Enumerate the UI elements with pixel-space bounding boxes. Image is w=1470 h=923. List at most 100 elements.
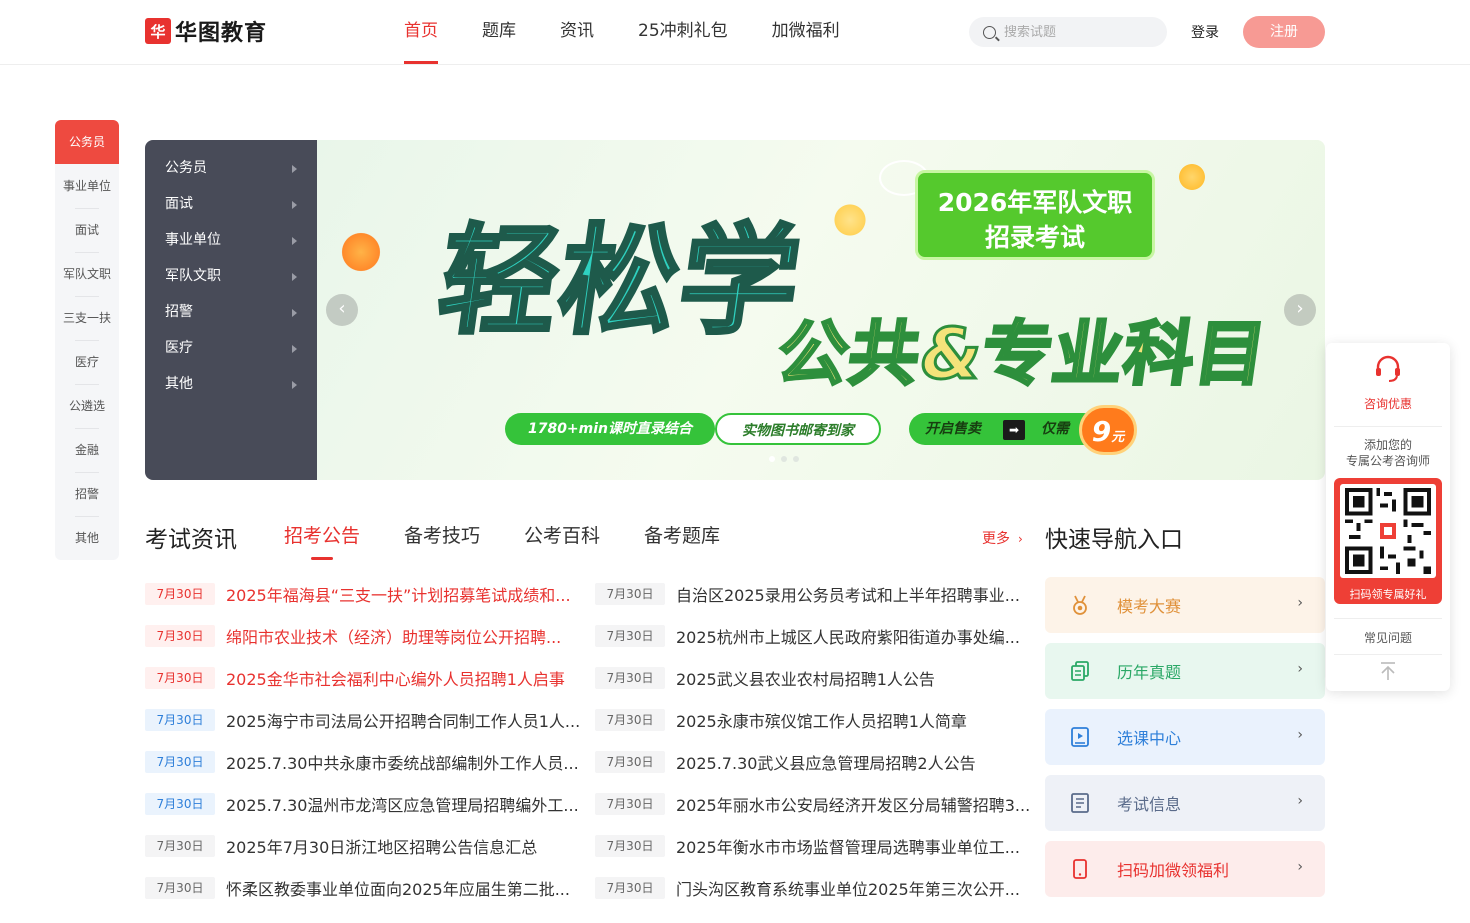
caret-right-icon: [292, 165, 297, 173]
category-item[interactable]: 公务员: [145, 150, 317, 186]
news-title[interactable]: 2025永康市殡仪馆工作人员招聘1人简章: [676, 708, 967, 732]
carousel-dot[interactable]: [793, 456, 799, 462]
register-button[interactable]: 注册: [1243, 16, 1325, 48]
news-item[interactable]: 7月30日 怀柔区教委事业单位面向2025年应届生第二批...: [145, 867, 585, 909]
tab-recruitment-notice[interactable]: 招考公告: [262, 520, 382, 560]
tab-encyclopedia[interactable]: 公考百科: [502, 520, 622, 560]
news-title[interactable]: 自治区2025录用公务员考试和上半年招聘事业...: [676, 582, 1020, 606]
carousel-dot[interactable]: [769, 456, 775, 462]
news-title[interactable]: 绵阳市农业技术（经济）助理等岗位公开招聘...: [226, 624, 561, 648]
news-title[interactable]: 2025金华市社会福利中心编外人员招聘1人启事: [226, 666, 565, 690]
news-date: 7月30日: [145, 667, 215, 689]
back-to-top-icon[interactable]: [1378, 661, 1398, 681]
top-bar: 华 华图教育 首页 题库 资讯 25冲刺礼包 加微福利 登录 注册: [0, 0, 1470, 65]
news-title[interactable]: 2025.7.30中共永康市委统战部编制外工作人员...: [226, 750, 579, 774]
sidebar-item-finance[interactable]: 金融: [55, 428, 119, 472]
carousel-prev-button[interactable]: ‹: [326, 294, 358, 326]
news-title[interactable]: 2025海宁市司法局公开招聘合同制工作人员1人...: [226, 708, 580, 732]
category-item[interactable]: 军队文职: [145, 258, 317, 294]
news-title[interactable]: 2025年福海县“三支一扶”计划招募笔试成绩和...: [226, 582, 571, 606]
sidebar-item-medical[interactable]: 医疗: [55, 340, 119, 384]
category-item[interactable]: 其他: [145, 366, 317, 402]
category-item[interactable]: 事业单位: [145, 222, 317, 258]
chevron-right-icon: ›: [1018, 532, 1023, 546]
quick-nav-exam-info[interactable]: 考试信息 ›: [1045, 775, 1325, 831]
floating-service-panel: 咨询优惠 添加您的 专属公考咨询师 扫码领专属好礼 常见问题: [1326, 343, 1450, 691]
sidebar-item-interview[interactable]: 面试: [55, 208, 119, 252]
more-link[interactable]: 更多 ›: [982, 528, 1023, 548]
news-title[interactable]: 2025年衡水市市场监督管理局选聘事业单位工...: [676, 834, 1020, 858]
login-link[interactable]: 登录: [1191, 22, 1219, 42]
news-item[interactable]: 7月30日 绵阳市农业技术（经济）助理等岗位公开招聘...: [145, 615, 585, 657]
quick-nav-past-papers[interactable]: 历年真题 ›: [1045, 643, 1325, 699]
news-item[interactable]: 7月30日 2025.7.30中共永康市委统战部编制外工作人员...: [145, 741, 585, 783]
caret-right-icon: [292, 381, 297, 389]
news-title[interactable]: 门头沟区教育系统事业单位2025年第三次公开...: [676, 876, 1020, 900]
news-item[interactable]: 7月30日 门头沟区教育系统事业单位2025年第三次公开...: [595, 867, 1035, 909]
feature-pill-course-hours: 1780+min课时直录结合: [505, 413, 715, 445]
category-item[interactable]: 招警: [145, 294, 317, 330]
news-item[interactable]: 7月30日 2025杭州市上城区人民政府紫阳街道办事处编...: [595, 615, 1035, 657]
quick-nav-wechat-benefits[interactable]: 扫码加微领福利 ›: [1045, 841, 1325, 897]
news-item[interactable]: 7月30日 2025武义县农业农村局招聘1人公告: [595, 657, 1035, 699]
consult-label: 咨询优惠: [1363, 397, 1412, 411]
quick-nav-mock-exam[interactable]: 模考大赛 ›: [1045, 577, 1325, 633]
news-title[interactable]: 怀柔区教委事业单位面向2025年应届生第二批...: [226, 876, 570, 900]
carousel-next-button[interactable]: ›: [1284, 294, 1316, 326]
news-item[interactable]: 7月30日 2025永康市殡仪馆工作人员招聘1人简章: [595, 699, 1035, 741]
news-date: 7月30日: [145, 835, 215, 857]
quick-nav-label: 扫码加微领福利: [1117, 861, 1230, 880]
news-title[interactable]: 2025年丽水市公安局经济开发区分局辅警招聘3...: [676, 792, 1030, 816]
news-title[interactable]: 2025武义县农业农村局招聘1人公告: [676, 666, 935, 690]
news-title[interactable]: 2025.7.30武义县应急管理局招聘2人公告: [676, 750, 976, 774]
chevron-right-icon: ›: [1297, 595, 1303, 611]
sidebar-item-police[interactable]: 招警: [55, 472, 119, 516]
category-menu: 公务员 面试 事业单位 军队文职 招警 医疗 其他: [145, 140, 317, 480]
sidebar-item-civil-servant[interactable]: 公务员: [55, 120, 119, 164]
nav-wechat-benefits[interactable]: 加微福利: [750, 0, 862, 64]
news-item[interactable]: 7月30日 2025年衡水市市场监督管理局选聘事业单位工...: [595, 825, 1035, 867]
quick-nav-course-center[interactable]: 选课中心 ›: [1045, 709, 1325, 765]
faq-link[interactable]: 常见问题: [1326, 629, 1450, 646]
news-title[interactable]: 2025杭州市上城区人民政府紫阳街道办事处编...: [676, 624, 1020, 648]
news-item[interactable]: 7月30日 2025.7.30武义县应急管理局招聘2人公告: [595, 741, 1035, 783]
sidebar-item-sanzhi-yifu[interactable]: 三支一扶: [55, 296, 119, 340]
news-item[interactable]: 7月30日 2025.7.30温州市龙湾区应急管理局招聘编外工...: [145, 783, 585, 825]
search-input[interactable]: [1004, 24, 1154, 40]
sidebar-item-military-civilian[interactable]: 军队文职: [55, 252, 119, 296]
flower-decoration: [1177, 162, 1207, 192]
news-item[interactable]: 7月30日 2025海宁市司法局公开招聘合同制工作人员1人...: [145, 699, 585, 741]
category-label: 医疗: [165, 340, 193, 356]
divider: [1334, 654, 1442, 655]
category-item[interactable]: 医疗: [145, 330, 317, 366]
quick-nav-title: 快速导航入口: [1045, 527, 1183, 553]
promo-banner[interactable]: 轻松学 公共&专业科目 2026年军队文职 招录考试 1780+min课时直录结…: [317, 140, 1325, 480]
quick-nav-label: 考试信息: [1117, 795, 1182, 814]
search-icon: [983, 25, 996, 39]
nav-sprint-pack[interactable]: 25冲刺礼包: [616, 0, 750, 64]
sidebar-item-public-institution[interactable]: 事业单位: [55, 164, 119, 208]
news-item[interactable]: 7月30日 2025年福海县“三支一扶”计划招募笔试成绩和...: [145, 573, 585, 615]
carousel-dot[interactable]: [781, 456, 787, 462]
logo[interactable]: 华 华图教育: [145, 17, 267, 46]
chevron-right-icon: ›: [1297, 661, 1303, 677]
sidebar-item-other[interactable]: 其他: [55, 516, 119, 560]
category-item[interactable]: 面试: [145, 186, 317, 222]
news-title[interactable]: 2025.7.30温州市龙湾区应急管理局招聘编外工...: [226, 792, 579, 816]
nav-news[interactable]: 资讯: [538, 0, 616, 64]
news-item[interactable]: 7月30日 2025金华市社会福利中心编外人员招聘1人启事: [145, 657, 585, 699]
category-label: 面试: [165, 196, 193, 212]
nav-home[interactable]: 首页: [382, 0, 460, 64]
nav-question-bank[interactable]: 题库: [460, 0, 538, 64]
main-nav: 首页 题库 资讯 25冲刺礼包 加微福利: [382, 0, 862, 64]
news-item[interactable]: 7月30日 自治区2025录用公务员考试和上半年招聘事业...: [595, 573, 1035, 615]
news-list-left: 7月30日 2025年福海县“三支一扶”计划招募笔试成绩和... 7月30日 绵阳市…: [145, 573, 585, 909]
search-box[interactable]: [969, 17, 1167, 47]
sidebar-item-selection[interactable]: 公遴选: [55, 384, 119, 428]
chevron-right-icon: ›: [1297, 793, 1303, 809]
news-item[interactable]: 7月30日 2025年7月30日浙江地区招聘公告信息汇总: [145, 825, 585, 867]
news-item[interactable]: 7月30日 2025年丽水市公安局经济开发区分局辅警招聘3...: [595, 783, 1035, 825]
tab-prep-tips[interactable]: 备考技巧: [382, 520, 502, 560]
tab-question-bank[interactable]: 备考题库: [622, 520, 742, 560]
news-title[interactable]: 2025年7月30日浙江地区招聘公告信息汇总: [226, 834, 537, 858]
